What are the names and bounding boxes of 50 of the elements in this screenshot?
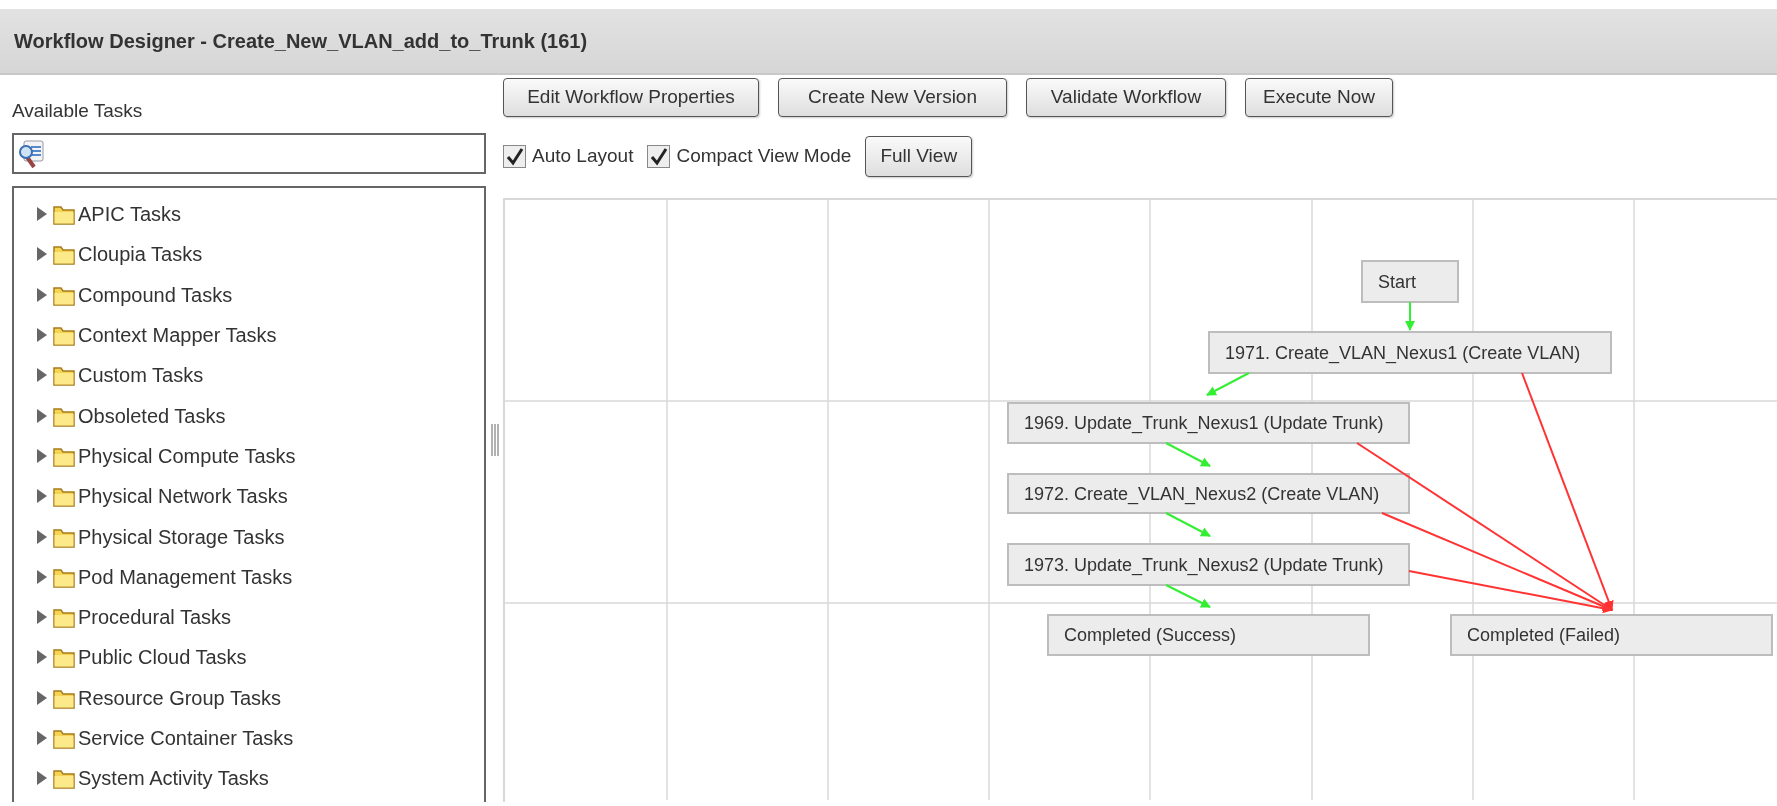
tree-item[interactable]: Compound Tasks	[78, 279, 233, 310]
connector-arrow	[1206, 372, 1250, 396]
workflow-node[interactable]: 1972. Create_VLAN_Nexus2 (Create VLAN)	[1007, 473, 1410, 514]
checkbox-label[interactable]: Auto Layout	[532, 142, 634, 171]
folder-icon	[52, 485, 76, 508]
tree-item[interactable]: Physical Storage Tasks	[78, 521, 285, 552]
search-icon	[18, 138, 44, 169]
splitter-handle-icon[interactable]	[490, 423, 499, 456]
workflow-node[interactable]: Completed (Failed)	[1450, 614, 1773, 656]
tree-item[interactable]: Context Mapper Tasks	[78, 320, 277, 351]
search-field[interactable]	[12, 133, 486, 174]
workflow-node[interactable]: 1973. Update_Trunk_Nexus2 (Update Trunk)	[1007, 543, 1410, 586]
tree-item[interactable]: Physical Network Tasks	[78, 481, 288, 512]
connector-arrow	[1405, 301, 1415, 331]
workflow-node[interactable]: 1969. Update_Trunk_Nexus1 (Update Trunk)	[1007, 402, 1410, 444]
folder-icon	[52, 203, 76, 226]
workflow-node[interactable]: 1971. Create_VLAN_Nexus1 (Create VLAN)	[1208, 331, 1612, 374]
tree-item[interactable]: Service Container Tasks	[78, 723, 294, 753]
tree-item[interactable]: Resource Group Tasks	[78, 682, 282, 713]
folder-icon	[52, 646, 76, 669]
folder-icon	[52, 324, 76, 347]
folder-icon	[52, 606, 76, 629]
connector-arrow	[1165, 512, 1211, 537]
checkbox[interactable]	[647, 145, 671, 168]
toolbar-button[interactable]: Validate Workflow	[1026, 78, 1226, 117]
folder-icon	[52, 767, 76, 790]
connector-arrow	[1165, 584, 1211, 608]
folder-icon	[52, 727, 76, 749]
full-view-button[interactable]: Full View	[865, 136, 973, 177]
tree-item[interactable]: Custom Tasks	[78, 360, 204, 391]
checkbox-label[interactable]: Compact View Mode	[676, 142, 852, 171]
folder-icon	[52, 243, 76, 266]
tree-item[interactable]: Pod Management Tasks	[78, 561, 293, 592]
workflow-node[interactable]: Completed (Success)	[1047, 614, 1370, 656]
checkbox[interactable]	[503, 145, 526, 168]
tree-item[interactable]: Public Cloud Tasks	[78, 642, 247, 673]
connector-arrow	[1165, 442, 1211, 467]
window-title: Workflow Designer - Create_New_VLAN_add_to_Trunk (161)	[14, 29, 588, 54]
toolbar-button[interactable]: Execute Now	[1245, 78, 1393, 117]
tree-item[interactable]: Physical Compute Tasks	[78, 440, 296, 471]
tree-item[interactable]: Cloupia Tasks	[78, 239, 203, 270]
toolbar-button[interactable]: Edit Workflow Properties	[503, 78, 759, 117]
sidebar-heading: Available Tasks	[12, 100, 143, 121]
tree-item[interactable]: Obsoleted Tasks	[78, 400, 226, 431]
tree-item[interactable]: Procedural Tasks	[78, 602, 232, 633]
tree-item[interactable]: APIC Tasks	[78, 199, 181, 230]
tree-item[interactable]: System Activity Tasks	[78, 763, 269, 794]
toolbar-button[interactable]: Create New Version	[778, 78, 1007, 117]
workflow-node[interactable]: Start	[1361, 260, 1459, 303]
folder-icon	[52, 364, 76, 387]
